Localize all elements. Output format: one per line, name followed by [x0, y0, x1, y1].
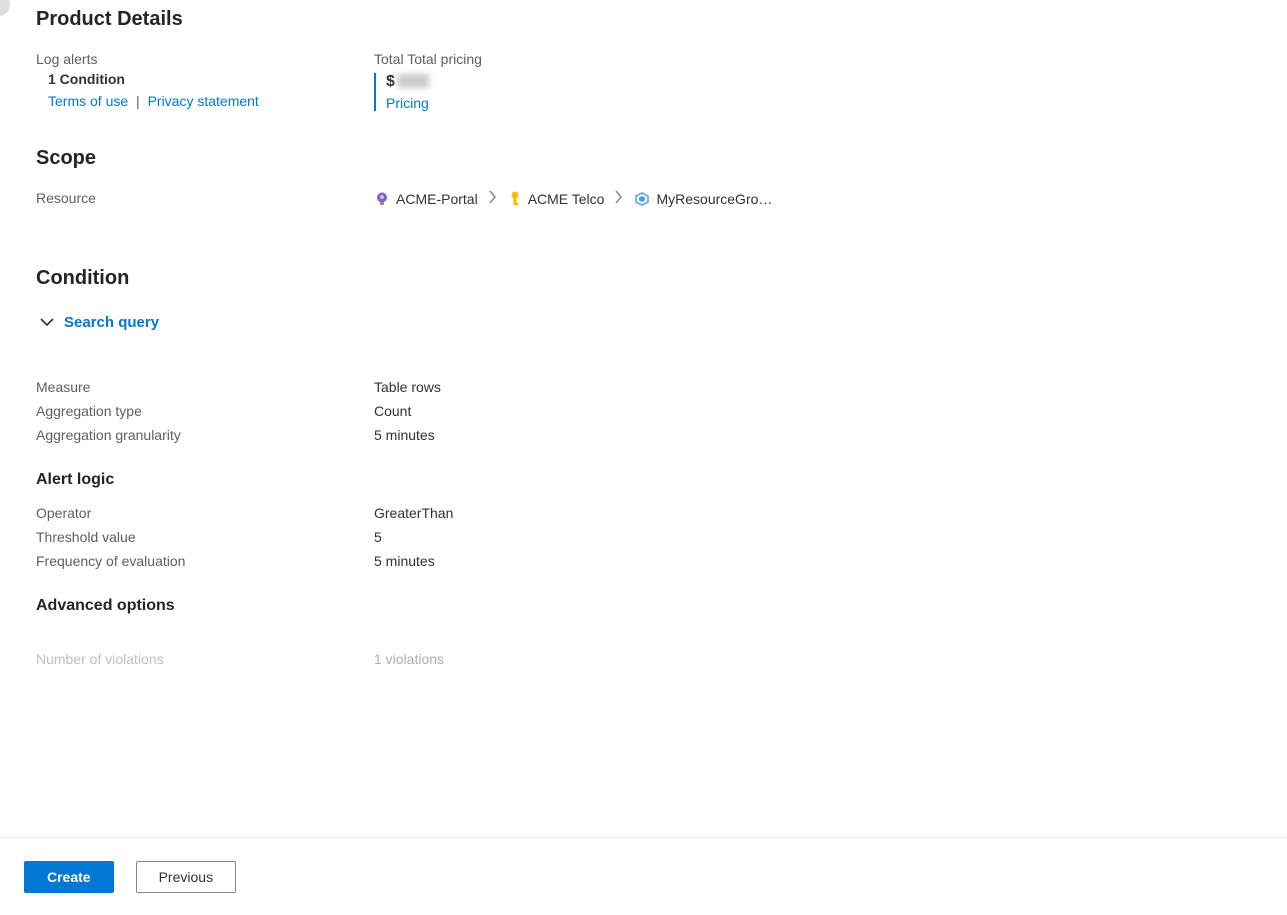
resource-label: Resource — [36, 190, 96, 206]
page-content: Product Details Log alerts 1 Condition T… — [0, 0, 1287, 838]
aggregation-type-key: Aggregation type — [36, 403, 374, 419]
threshold-key: Threshold value — [36, 529, 374, 545]
search-query-expander[interactable]: Search query — [40, 314, 1287, 331]
price-prefix: $ — [386, 73, 395, 91]
breadcrumb-label: ACME-Portal — [396, 191, 478, 207]
advanced-options-heading: Advanced options — [36, 597, 1287, 615]
operator-key: Operator — [36, 505, 374, 521]
log-alerts-label: Log alerts — [36, 51, 374, 67]
create-button[interactable]: Create — [24, 861, 114, 893]
measure-value: Table rows — [374, 379, 441, 395]
aggregation-granularity-row: Aggregation granularity 5 minutes — [36, 427, 1287, 443]
breadcrumb-label: ACME Telco — [528, 191, 605, 207]
aggregation-type-row: Aggregation type Count — [36, 403, 1287, 419]
chevron-right-icon — [614, 190, 624, 207]
violations-value: 1 violations — [374, 651, 444, 667]
product-details-heading: Product Details — [36, 8, 1287, 31]
violations-key: Number of violations — [36, 651, 374, 667]
condition-count: 1 Condition — [48, 71, 374, 87]
threshold-row: Threshold value 5 — [36, 529, 1287, 545]
scope-heading: Scope — [36, 147, 1287, 170]
pricing-link[interactable]: Pricing — [386, 95, 1287, 111]
resource-breadcrumb: ACME-Portal ACME Telco — [374, 190, 1287, 207]
breadcrumb-item-resourcegroup[interactable]: MyResourceGro… — [634, 191, 772, 207]
total-pricing-label: Total Total pricing — [374, 51, 1287, 67]
threshold-value: 5 — [374, 529, 382, 545]
breadcrumb-item-telco[interactable]: ACME Telco — [508, 191, 605, 207]
operator-value: GreaterThan — [374, 505, 453, 521]
operator-row: Operator GreaterThan — [36, 505, 1287, 521]
breadcrumb-label: MyResourceGro… — [656, 191, 772, 207]
lightbulb-icon — [374, 191, 390, 207]
chevron-down-icon — [40, 316, 54, 330]
frequency-key: Frequency of evaluation — [36, 553, 374, 569]
footer-bar: Create Previous — [0, 837, 1287, 915]
search-query-label: Search query — [64, 314, 159, 331]
previous-button[interactable]: Previous — [136, 861, 236, 893]
alert-logic-heading: Alert logic — [36, 471, 1287, 489]
resource-group-icon — [634, 191, 650, 207]
key-icon — [508, 191, 522, 207]
link-separator: | — [136, 93, 140, 109]
price-blurred — [397, 74, 429, 88]
aggregation-type-value: Count — [374, 403, 411, 419]
measure-key: Measure — [36, 379, 374, 395]
measure-row: Measure Table rows — [36, 379, 1287, 395]
terms-of-use-link[interactable]: Terms of use — [48, 93, 128, 109]
frequency-value: 5 minutes — [374, 553, 435, 569]
decorative-bubble — [0, 0, 10, 16]
chevron-right-icon — [488, 190, 498, 207]
product-row: Log alerts 1 Condition Terms of use | Pr… — [36, 51, 1287, 111]
frequency-row: Frequency of evaluation 5 minutes — [36, 553, 1287, 569]
breadcrumb-item-portal[interactable]: ACME-Portal — [374, 191, 478, 207]
condition-heading: Condition — [36, 267, 1287, 290]
scope-row: Resource ACME-Portal — [36, 190, 1287, 207]
violations-row: Number of violations 1 violations — [36, 651, 1287, 667]
privacy-statement-link[interactable]: Privacy statement — [148, 93, 259, 109]
aggregation-granularity-value: 5 minutes — [374, 427, 435, 443]
aggregation-granularity-key: Aggregation granularity — [36, 427, 374, 443]
